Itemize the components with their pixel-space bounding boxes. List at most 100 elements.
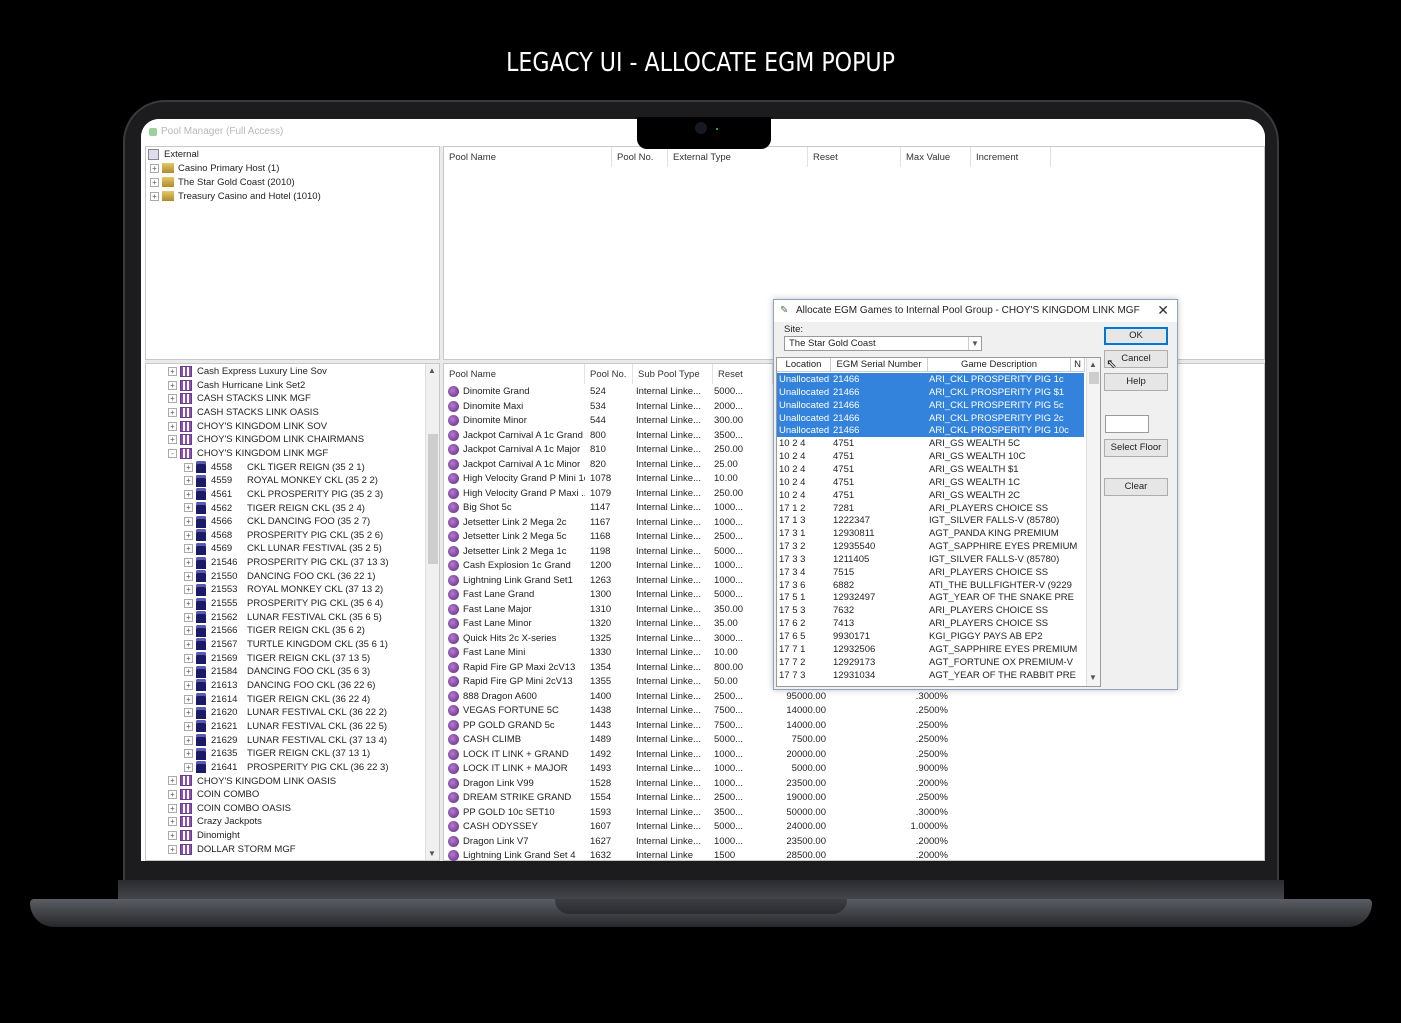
column-header-increment[interactable]: Increment: [971, 147, 1051, 167]
tree-egm-item[interactable]: +4562 TIGER REIGN CKL (35 2 4): [184, 501, 365, 515]
expand-icon[interactable]: +: [184, 489, 193, 499]
egm-row[interactable]: 17 1 3 1222347 IGT_SILVER FALLS-V (85780): [777, 514, 1084, 527]
table-row[interactable]: Lightning Link Grand Set 4 1632 Internal L…: [444, 850, 1264, 861]
tree-scrollbar[interactable]: ▲ ▼: [425, 364, 439, 860]
column-header-pool-name[interactable]: Pool Name: [444, 147, 612, 167]
egm-row[interactable]: 17 6 5 9930171 KGI_PIGGY PAYS AB EP2: [777, 630, 1084, 643]
egm-row-selected[interactable]: Unallocated 21466 ARI_CKL PROSPERITY PIG 2…: [777, 411, 1084, 425]
egm-row[interactable]: 17 3 6 6882 ATI_THE BULLFIGHTER-V (9229: [777, 579, 1084, 592]
expand-icon[interactable]: +: [184, 517, 193, 527]
tree-egm-item[interactable]: +21613 DANCING FOO CKL (36 22 6): [184, 679, 375, 692]
tree-pool-group[interactable]: + COIN COMBO OASIS: [168, 802, 291, 815]
expand-icon[interactable]: +: [184, 612, 193, 622]
clear-button[interactable]: Clear: [1104, 478, 1168, 496]
tree-egm-item[interactable]: +4568 PROSPERITY PIG CKL (35 2 6): [184, 529, 383, 542]
egm-row[interactable]: 17 1 2 7281 ARI_PLAYERS CHOICE SS: [777, 502, 1084, 515]
expand-icon[interactable]: +: [184, 571, 193, 581]
tree-egm-item[interactable]: +21635 TIGER REIGN CKL (37 13 1): [184, 747, 370, 760]
egm-row[interactable]: 10 2 4 4751 ARI_GS WEALTH 10C: [777, 450, 1084, 463]
table-row[interactable]: CASH CLIMB 1489 Internal Linke... 5000... 75…: [444, 734, 1264, 748]
scroll-thumb[interactable]: [428, 434, 438, 564]
tree-pool-group[interactable]: + COIN COMBO: [168, 788, 259, 801]
column-header-game-description[interactable]: Game Description: [928, 358, 1071, 372]
expand-icon[interactable]: +: [184, 694, 193, 704]
egm-list[interactable]: Location EGM Serial Number Game Descript…: [776, 357, 1101, 687]
expand-icon[interactable]: +: [168, 407, 177, 417]
column-header-sub-pool-type[interactable]: Sub Pool Type: [633, 364, 713, 384]
expand-icon[interactable]: +: [168, 394, 177, 404]
tree-egm-item[interactable]: +21553 ROYAL MONKEY CKL (37 13 2): [184, 583, 383, 596]
help-button[interactable]: Help: [1104, 373, 1168, 391]
tree-egm-item[interactable]: +21620 LUNAR FESTIVAL CKL (36 22 2): [184, 706, 387, 719]
column-header-n[interactable]: N: [1071, 358, 1085, 372]
tree-site-item[interactable]: + Casino Primary Host (1): [150, 162, 279, 175]
expand-icon[interactable]: +: [184, 530, 193, 540]
tree-pool-group[interactable]: + Dinomight: [168, 829, 240, 842]
column-header-pool-no[interactable]: Pool No.: [612, 147, 668, 167]
table-row[interactable]: PP GOLD 10c SET10 1593 Internal Linke... 35…: [444, 806, 1264, 821]
expand-icon[interactable]: +: [184, 680, 193, 690]
egm-row[interactable]: 17 5 1 12932497 AGT_YEAR OF THE SNAKE PRE: [777, 591, 1084, 604]
list-scrollbar[interactable]: ▲ ▼: [1086, 358, 1100, 686]
table-row[interactable]: VEGAS FORTUNE 5C 1438 Internal Linke... 750…: [444, 705, 1264, 719]
table-row[interactable]: DREAM STRIKE GRAND 1554 Internal Linke... 2…: [444, 792, 1264, 806]
table-row[interactable]: LOCK IT LINK + MAJOR 1493 Internal Linke..…: [444, 763, 1264, 777]
tree-pool-group[interactable]: + DOLLAR STORM MGF: [168, 843, 296, 856]
expand-icon[interactable]: +: [168, 844, 177, 854]
expand-icon[interactable]: +: [184, 462, 193, 472]
table-row[interactable]: Dragon Link V99 1528 Internal Linke... 1000…: [444, 777, 1264, 792]
tree-pool-group[interactable]: + Crazy Jackpots: [168, 815, 262, 828]
tree-egm-item[interactable]: +21569 TIGER REIGN CKL (37 13 5): [184, 652, 370, 665]
expand-icon[interactable]: +: [168, 790, 177, 800]
scroll-up-icon[interactable]: ▲: [428, 366, 436, 375]
scroll-down-icon[interactable]: ▼: [428, 849, 436, 858]
tree-pool-group[interactable]: + CHOY'S KINGDOM LINK CHAIRMANS: [168, 433, 364, 446]
tree-root-external[interactable]: External: [148, 148, 199, 161]
tree-egm-item[interactable]: +21562 LUNAR FESTIVAL CKL (35 6 5): [184, 611, 382, 624]
close-icon[interactable]: ✕: [1157, 302, 1169, 319]
expand-icon[interactable]: +: [184, 544, 193, 554]
expand-icon[interactable]: +: [184, 503, 193, 513]
expand-icon[interactable]: +: [168, 366, 177, 376]
egm-row-selected[interactable]: Unallocated 21466 ARI_CKL PROSPERITY PIG 5…: [777, 398, 1084, 412]
tree-egm-item[interactable]: +21629 LUNAR FESTIVAL CKL (37 13 4): [184, 734, 387, 747]
expand-icon[interactable]: +: [150, 163, 159, 173]
tree-pool-group-expanded[interactable]: - CHOY'S KINGDOM LINK MGF: [168, 447, 328, 460]
column-header-pool-name[interactable]: Pool Name: [444, 364, 585, 384]
egm-row[interactable]: 17 7 3 12931034 AGT_YEAR OF THE RABBIT PRE: [777, 669, 1084, 682]
tree-pool-group[interactable]: + Cash Hurricane Link Set2: [168, 379, 305, 392]
tree-pool-group[interactable]: + Cash Express Luxury Line Sov: [168, 365, 327, 378]
egm-row-selected[interactable]: Unallocated 21466 ARI_CKL PROSPERITY PIG 1…: [777, 373, 1084, 386]
scroll-thumb[interactable]: [1089, 372, 1099, 384]
egm-row[interactable]: 10 2 4 4751 ARI_GS WEALTH 1C: [777, 476, 1084, 489]
tree-egm-item[interactable]: +4558 CKL TIGER REIGN (35 2 1): [184, 461, 365, 474]
egm-row[interactable]: 17 3 4 7515 ARI_PLAYERS CHOICE SS: [777, 566, 1084, 579]
external-tree[interactable]: External + Casino Primary Host (1) + The S…: [145, 146, 440, 360]
egm-row[interactable]: 17 5 3 7632 ARI_PLAYERS CHOICE SS: [777, 604, 1084, 617]
pool-group-tree[interactable]: ▲ ▼ + Cash Express Luxury Line Sov + Cash H…: [145, 363, 440, 861]
table-row[interactable]: PP GOLD GRAND 5c 1443 Internal Linke... 750…: [444, 719, 1264, 734]
tree-pool-group[interactable]: + CHOY'S KINGDOM LINK SOV: [168, 420, 327, 433]
column-header-reset[interactable]: Reset: [713, 364, 773, 384]
tree-egm-item[interactable]: +4569 CKL LUNAR FESTIVAL (35 2 5): [184, 542, 382, 555]
expand-icon[interactable]: +: [168, 435, 177, 445]
tree-egm-item[interactable]: +21641 PROSPERITY PIG CKL (36 22 3): [184, 761, 389, 774]
site-select[interactable]: The Star Gold Coast ▼: [784, 336, 982, 351]
column-header-reset[interactable]: Reset: [808, 147, 901, 167]
egm-row[interactable]: 17 3 3 1211405 IGT_SILVER FALLS-V (85780): [777, 553, 1084, 566]
egm-row[interactable]: 10 2 4 4751 ARI_GS WEALTH 5C: [777, 437, 1084, 450]
quantity-input[interactable]: [1105, 415, 1149, 433]
scroll-down-icon[interactable]: ▼: [1089, 673, 1097, 682]
egm-row[interactable]: 10 2 4 4751 ARI_GS WEALTH 2C: [777, 489, 1084, 502]
expand-icon[interactable]: +: [184, 639, 193, 649]
select-floor-button[interactable]: Select Floor: [1104, 439, 1168, 457]
expand-icon[interactable]: +: [184, 626, 193, 636]
chevron-down-icon[interactable]: ▼: [968, 337, 981, 350]
expand-icon[interactable]: +: [168, 421, 177, 431]
egm-row[interactable]: 17 6 2 7413 ARI_PLAYERS CHOICE SS: [777, 617, 1084, 630]
column-header-egm-serial[interactable]: EGM Serial Number: [831, 358, 928, 372]
tree-egm-item[interactable]: +21621 LUNAR FESTIVAL CKL (36 22 5): [184, 720, 387, 733]
expand-icon[interactable]: +: [168, 817, 177, 827]
allocate-egm-dialog[interactable]: ✎ Allocate EGM Games to Internal Pool Gr…: [773, 299, 1178, 690]
tree-egm-item[interactable]: +4561 CKL PROSPERITY PIG (35 2 3): [184, 488, 383, 501]
